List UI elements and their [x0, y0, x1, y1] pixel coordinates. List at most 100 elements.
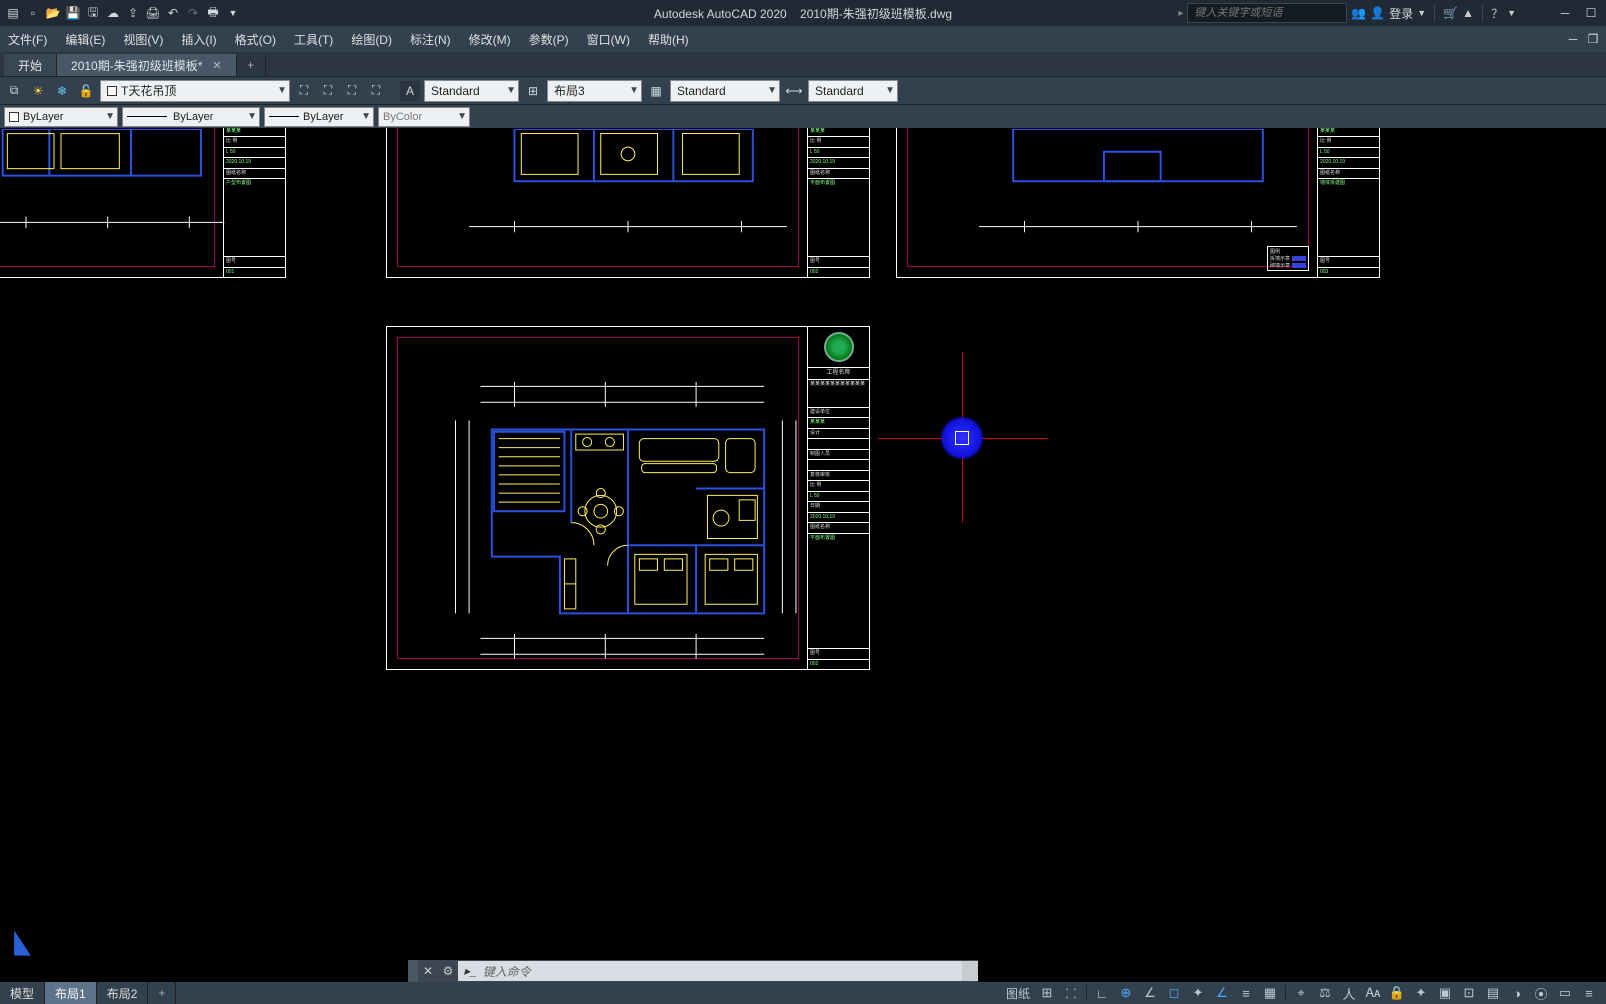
commandline-close-icon[interactable]: ✕: [418, 960, 438, 982]
sheet-4[interactable]: 工程名称 某某某某某某某某某某某 建设单位 某某某 设计 制图人员 复核审核 比…: [386, 326, 870, 670]
cleanscreen-icon[interactable]: ▭: [1554, 984, 1576, 1002]
layer-tool4-icon[interactable]: ⛶: [366, 81, 386, 101]
sheet-3[interactable]: 图例 拆墙示意 砌墙示意 建设单位 某某某 比 例 L 50 2020.10.1…: [896, 128, 1380, 278]
polar-toggle-icon[interactable]: ⊕: [1115, 984, 1137, 1002]
linetype-selector[interactable]: ByLayer▼: [264, 107, 374, 127]
web-save-icon[interactable]: ⇪: [124, 4, 142, 22]
menu-format[interactable]: 格式(O): [235, 31, 276, 48]
annotation-vis-icon[interactable]: 人: [1338, 984, 1360, 1002]
tablestyle-icon[interactable]: ▦: [646, 81, 666, 101]
layer-lock-icon[interactable]: 🔓: [76, 81, 96, 101]
plotstyle-selector[interactable]: ByColor▼: [378, 107, 470, 127]
menu-view[interactable]: 视图(V): [123, 31, 163, 48]
dimstyle-icon[interactable]: ⟷: [784, 81, 804, 101]
ortho-toggle-icon[interactable]: ∟: [1091, 984, 1113, 1002]
tab-layout2[interactable]: 布局2: [97, 982, 149, 1004]
tab-close-icon[interactable]: ✕: [212, 59, 221, 72]
menu-modify[interactable]: 修改(M): [469, 31, 511, 48]
textstyle-icon[interactable]: A: [400, 81, 420, 101]
layout-selector[interactable]: 布局3▼: [547, 80, 642, 102]
menu-draw[interactable]: 绘图(D): [351, 31, 392, 48]
quickprops-icon[interactable]: ▤: [1482, 984, 1504, 1002]
layer-manager-icon[interactable]: ⧉: [4, 81, 24, 101]
monitor-icon[interactable]: ▣: [1434, 984, 1456, 1002]
sheet-2[interactable]: 建设单位 某某某 比 例 L 50 2020.10.19 图纸名称 平面布置图 …: [386, 128, 870, 278]
menu-file[interactable]: 文件(F): [8, 31, 47, 48]
web-open-icon[interactable]: ☁: [104, 4, 122, 22]
redo-icon[interactable]: ↷: [184, 4, 202, 22]
menu-insert[interactable]: 插入(I): [181, 31, 216, 48]
annotation-scale-icon[interactable]: ⚖: [1314, 984, 1336, 1002]
grid-toggle-icon[interactable]: ⊞: [1036, 984, 1058, 1002]
tab-document[interactable]: 2010期-朱强初级班模板* ✕: [57, 54, 237, 76]
iso-toggle-icon[interactable]: ∠: [1139, 984, 1161, 1002]
menu-edit[interactable]: 编辑(E): [65, 31, 105, 48]
menu-help[interactable]: 帮助(H): [648, 31, 689, 48]
selection-cycling-icon[interactable]: ⌖: [1290, 984, 1312, 1002]
exchange-icon[interactable]: ▲: [1462, 6, 1474, 20]
user-icon[interactable]: 👤: [1370, 6, 1385, 20]
open-icon[interactable]: 📂: [44, 4, 62, 22]
print-icon[interactable]: 🖶: [204, 4, 222, 22]
tab-layout1[interactable]: 布局1: [45, 982, 97, 1004]
layer-selector[interactable]: T天花吊顶 ▼: [100, 80, 290, 102]
menu-dimension[interactable]: 标注(N): [410, 31, 451, 48]
plot-icon[interactable]: 🖨: [144, 4, 162, 22]
sheet-1[interactable]: 建设单位 某某某 比 例 L 50 2020.10.19 图纸名称 户型布置图 …: [0, 128, 286, 278]
lineweight-toggle-icon[interactable]: ≡: [1235, 984, 1257, 1002]
tab-model[interactable]: 模型: [0, 982, 45, 1004]
cart-icon[interactable]: 🛒: [1443, 6, 1458, 20]
layer-freeze-icon[interactable]: ❄: [52, 81, 72, 101]
layout-icon[interactable]: ⊞: [523, 81, 543, 101]
layer-tool2-icon[interactable]: ⛶: [318, 81, 338, 101]
drawing-canvas[interactable]: 建设单位 某某某 比 例 L 50 2020.10.19 图纸名称 户型布置图 …: [0, 128, 1606, 982]
app-menu-icon[interactable]: ▤: [4, 4, 22, 22]
save-icon[interactable]: 💾: [64, 4, 82, 22]
osnap-toggle-icon[interactable]: ◻: [1163, 984, 1185, 1002]
commandline-grip-icon[interactable]: [408, 960, 418, 982]
annotation-auto-icon[interactable]: 🗛: [1362, 984, 1384, 1002]
lineweight-selector[interactable]: ByLayer▼: [122, 107, 260, 127]
transparency-icon[interactable]: ▦: [1259, 984, 1281, 1002]
tab-start[interactable]: 开始: [4, 54, 57, 76]
workspace-icon[interactable]: ✦: [1410, 984, 1432, 1002]
layer-on-icon[interactable]: ☀: [28, 81, 48, 101]
isolate-icon[interactable]: ◑: [1506, 984, 1528, 1002]
scale-lock-icon[interactable]: 🔒: [1386, 984, 1408, 1002]
snap-toggle-icon[interactable]: ⸬: [1060, 984, 1082, 1002]
otrack-toggle-icon[interactable]: ∠: [1211, 984, 1233, 1002]
dimstyle-selector[interactable]: Standard▼: [808, 80, 898, 102]
infocenter-icon[interactable]: 👥: [1351, 6, 1366, 20]
doc-minimize-icon[interactable]: ─: [1564, 31, 1582, 47]
saveas-icon[interactable]: 🖫: [84, 4, 102, 22]
color-selector[interactable]: ByLayer▼: [4, 107, 118, 127]
new-icon[interactable]: ▫: [24, 4, 42, 22]
login-label[interactable]: 登录: [1389, 5, 1413, 22]
menu-tools[interactable]: 工具(T): [294, 31, 333, 48]
menu-window[interactable]: 窗口(W): [587, 31, 630, 48]
help-icon[interactable]: ？: [1491, 5, 1503, 22]
units-icon[interactable]: ⊡: [1458, 984, 1480, 1002]
command-input[interactable]: ▸_ 键入命令: [458, 961, 962, 981]
search-input[interactable]: [1187, 3, 1347, 23]
doc-restore-icon[interactable]: ❐: [1584, 31, 1602, 47]
textstyle-selector[interactable]: Standard▼: [424, 80, 519, 102]
undo-icon[interactable]: ↶: [164, 4, 182, 22]
hardware-accel-icon[interactable]: ⦿: [1530, 984, 1552, 1002]
customize-icon[interactable]: ≡: [1578, 984, 1600, 1002]
help-dropdown-icon[interactable]: ▼: [1507, 8, 1516, 18]
tab-new[interactable]: +: [237, 54, 266, 76]
3dosnap-icon[interactable]: ✦: [1187, 984, 1209, 1002]
minimize-button[interactable]: ─: [1554, 4, 1576, 22]
commandline-options-icon[interactable]: ⚙: [438, 960, 458, 982]
command-line[interactable]: ✕ ⚙ ▸_ 键入命令: [408, 960, 978, 982]
menu-parametric[interactable]: 参数(P): [529, 31, 569, 48]
tab-add-layout[interactable]: +: [148, 982, 176, 1004]
commandline-scrollbar[interactable]: [962, 961, 978, 981]
login-dropdown-icon[interactable]: ▼: [1417, 8, 1426, 18]
tablestyle-selector[interactable]: Standard▼: [670, 80, 780, 102]
layer-tool3-icon[interactable]: ⛶: [342, 81, 362, 101]
paper-label[interactable]: 图纸: [1006, 985, 1030, 1002]
layer-tool1-icon[interactable]: ⛶: [294, 81, 314, 101]
maximize-button[interactable]: ☐: [1580, 4, 1602, 22]
